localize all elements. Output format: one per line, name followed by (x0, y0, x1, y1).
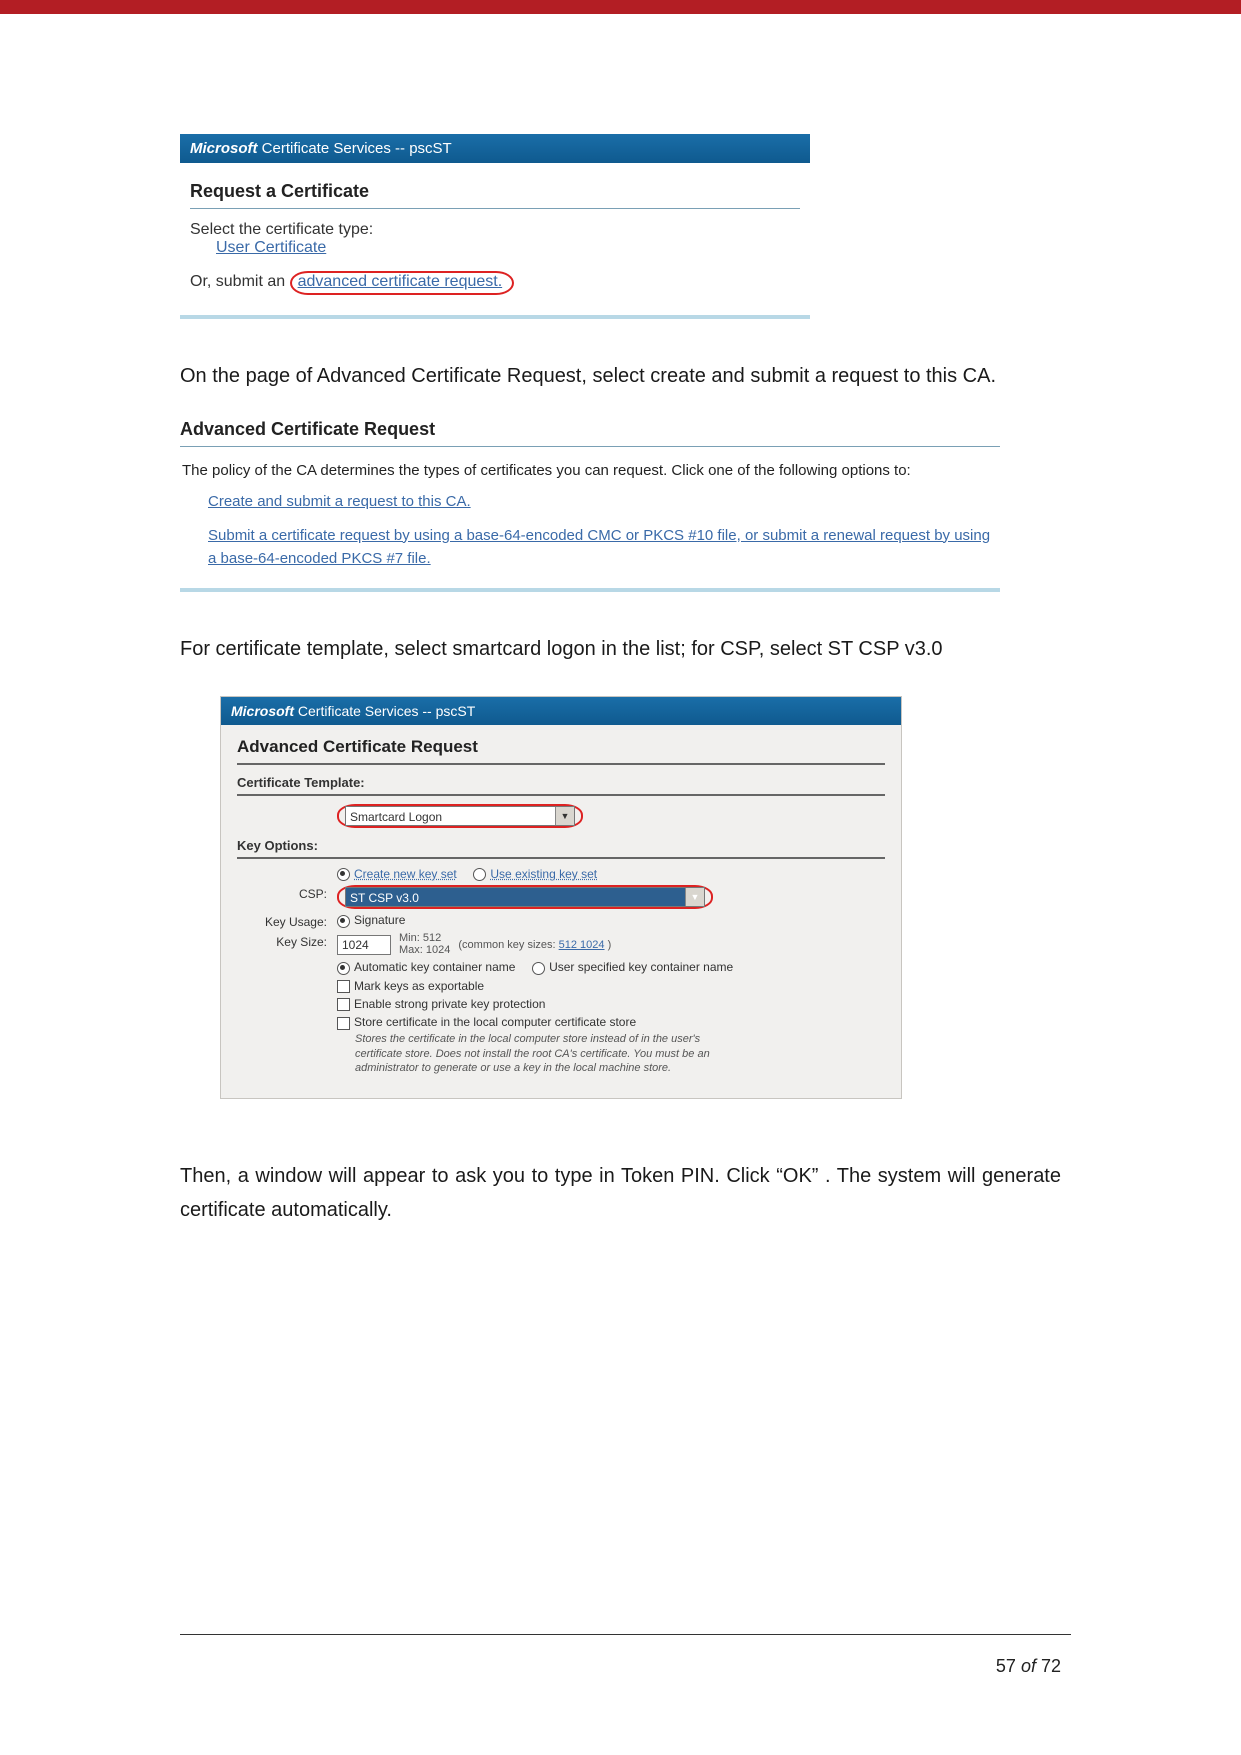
request-cert-heading: Request a Certificate (190, 181, 800, 202)
mark-exportable-label: Mark keys as exportable (354, 979, 484, 993)
cert-template-value: Smartcard Logon (350, 810, 442, 824)
or-submit-prefix: Or, submit an (190, 273, 290, 290)
instruction-para-3: Then, a window will appear to ask you to… (180, 1159, 1061, 1227)
red-oval-annotation: advanced certificate request. (290, 271, 515, 295)
key-size-input[interactable]: 1024 (337, 935, 391, 955)
cert-template-section-label: Certificate Template: (237, 775, 885, 796)
csp-label: CSP: (237, 885, 337, 901)
mark-exportable-checkbox[interactable] (337, 980, 350, 993)
ms-cert-services-banner: Microsoft Certificate Services -- pscST (180, 134, 810, 163)
banner-suffix: Certificate Services -- pscST (258, 140, 452, 157)
red-oval-annotation: Smartcard Logon ▼ (337, 804, 583, 828)
banner-suffix: Certificate Services -- pscST (294, 703, 475, 719)
create-submit-request-link[interactable]: Create and submit a request to this CA. (208, 493, 471, 510)
key-usage-label: Key Usage: (237, 913, 337, 929)
top-red-bar (0, 0, 1241, 14)
auto-container-name-label: Automatic key container name (354, 960, 515, 974)
create-new-keyset-label: Create new key set (354, 867, 457, 881)
divider (190, 208, 800, 209)
or-submit-line: Or, submit an advanced certificate reque… (190, 271, 800, 295)
screenshot-request-certificate: Microsoft Certificate Services -- pscST … (180, 134, 810, 319)
key-usage-value: Signature (354, 913, 405, 927)
submit-base64-request-link[interactable]: Submit a certificate request by using a … (208, 527, 990, 567)
select-cert-type-label: Select the certificate type: (190, 221, 800, 239)
user-container-name-radio[interactable] (532, 962, 545, 975)
policy-text: The policy of the CA determines the type… (182, 459, 998, 482)
screenshot-adv-cert-request-form: Microsoft Certificate Services -- pscST … (220, 696, 902, 1099)
page-current: 57 (996, 1656, 1016, 1676)
store-local-label: Store certificate in the local computer … (354, 1015, 636, 1029)
cert-template-select[interactable]: Smartcard Logon ▼ (345, 806, 575, 826)
adv-cert-req-heading: Advanced Certificate Request (180, 419, 1000, 440)
chevron-down-icon[interactable]: ▼ (555, 807, 574, 825)
ms-brand: Microsoft (231, 703, 294, 719)
ms-brand: Microsoft (190, 140, 258, 157)
ms-cert-services-banner: Microsoft Certificate Services -- pscST (221, 697, 901, 725)
instruction-para-1: On the page of Advanced Certificate Requ… (180, 359, 1061, 393)
key-usage-signature-radio[interactable] (337, 915, 350, 928)
adv-cert-req-form-heading: Advanced Certificate Request (237, 737, 885, 765)
advanced-cert-request-link[interactable]: advanced certificate request. (298, 273, 503, 290)
user-container-name-label: User specified key container name (549, 960, 733, 974)
user-certificate-link[interactable]: User Certificate (216, 239, 326, 256)
strong-protection-checkbox[interactable] (337, 998, 350, 1011)
csp-value: ST CSP v3.0 (350, 891, 419, 905)
key-size-common-suffix: ) (605, 939, 612, 951)
red-oval-annotation: ST CSP v3.0 ▼ (337, 885, 713, 909)
create-new-keyset-radio[interactable] (337, 868, 350, 881)
strong-protection-label: Enable strong private key protection (354, 997, 545, 1011)
page-total: 72 (1041, 1656, 1061, 1676)
key-size-common-link[interactable]: 512 1024 (559, 939, 605, 951)
key-size-common-prefix: (common key sizes: (458, 939, 558, 951)
key-options-section-label: Key Options: (237, 838, 885, 859)
chevron-down-icon[interactable]: ▼ (685, 888, 704, 906)
key-size-max: Max: 1024 (399, 944, 450, 956)
divider (180, 446, 1000, 447)
auto-container-name-radio[interactable] (337, 962, 350, 975)
key-size-label: Key Size: (237, 933, 337, 949)
screenshot-advanced-cert-request: Advanced Certificate Request The policy … (180, 419, 1000, 592)
instruction-para-2: For certificate template, select smartca… (180, 632, 1061, 666)
page-number: 57 of 72 (996, 1656, 1061, 1677)
use-existing-keyset-label: Use existing key set (490, 867, 597, 881)
footer-divider (180, 1634, 1071, 1635)
store-local-note: Stores the certificate in the local comp… (355, 1032, 715, 1077)
use-existing-keyset-radio[interactable] (473, 868, 486, 881)
page-of: of (1021, 1656, 1036, 1676)
store-local-checkbox[interactable] (337, 1017, 350, 1030)
key-size-min: Min: 512 (399, 932, 441, 944)
csp-select[interactable]: ST CSP v3.0 ▼ (345, 887, 705, 907)
